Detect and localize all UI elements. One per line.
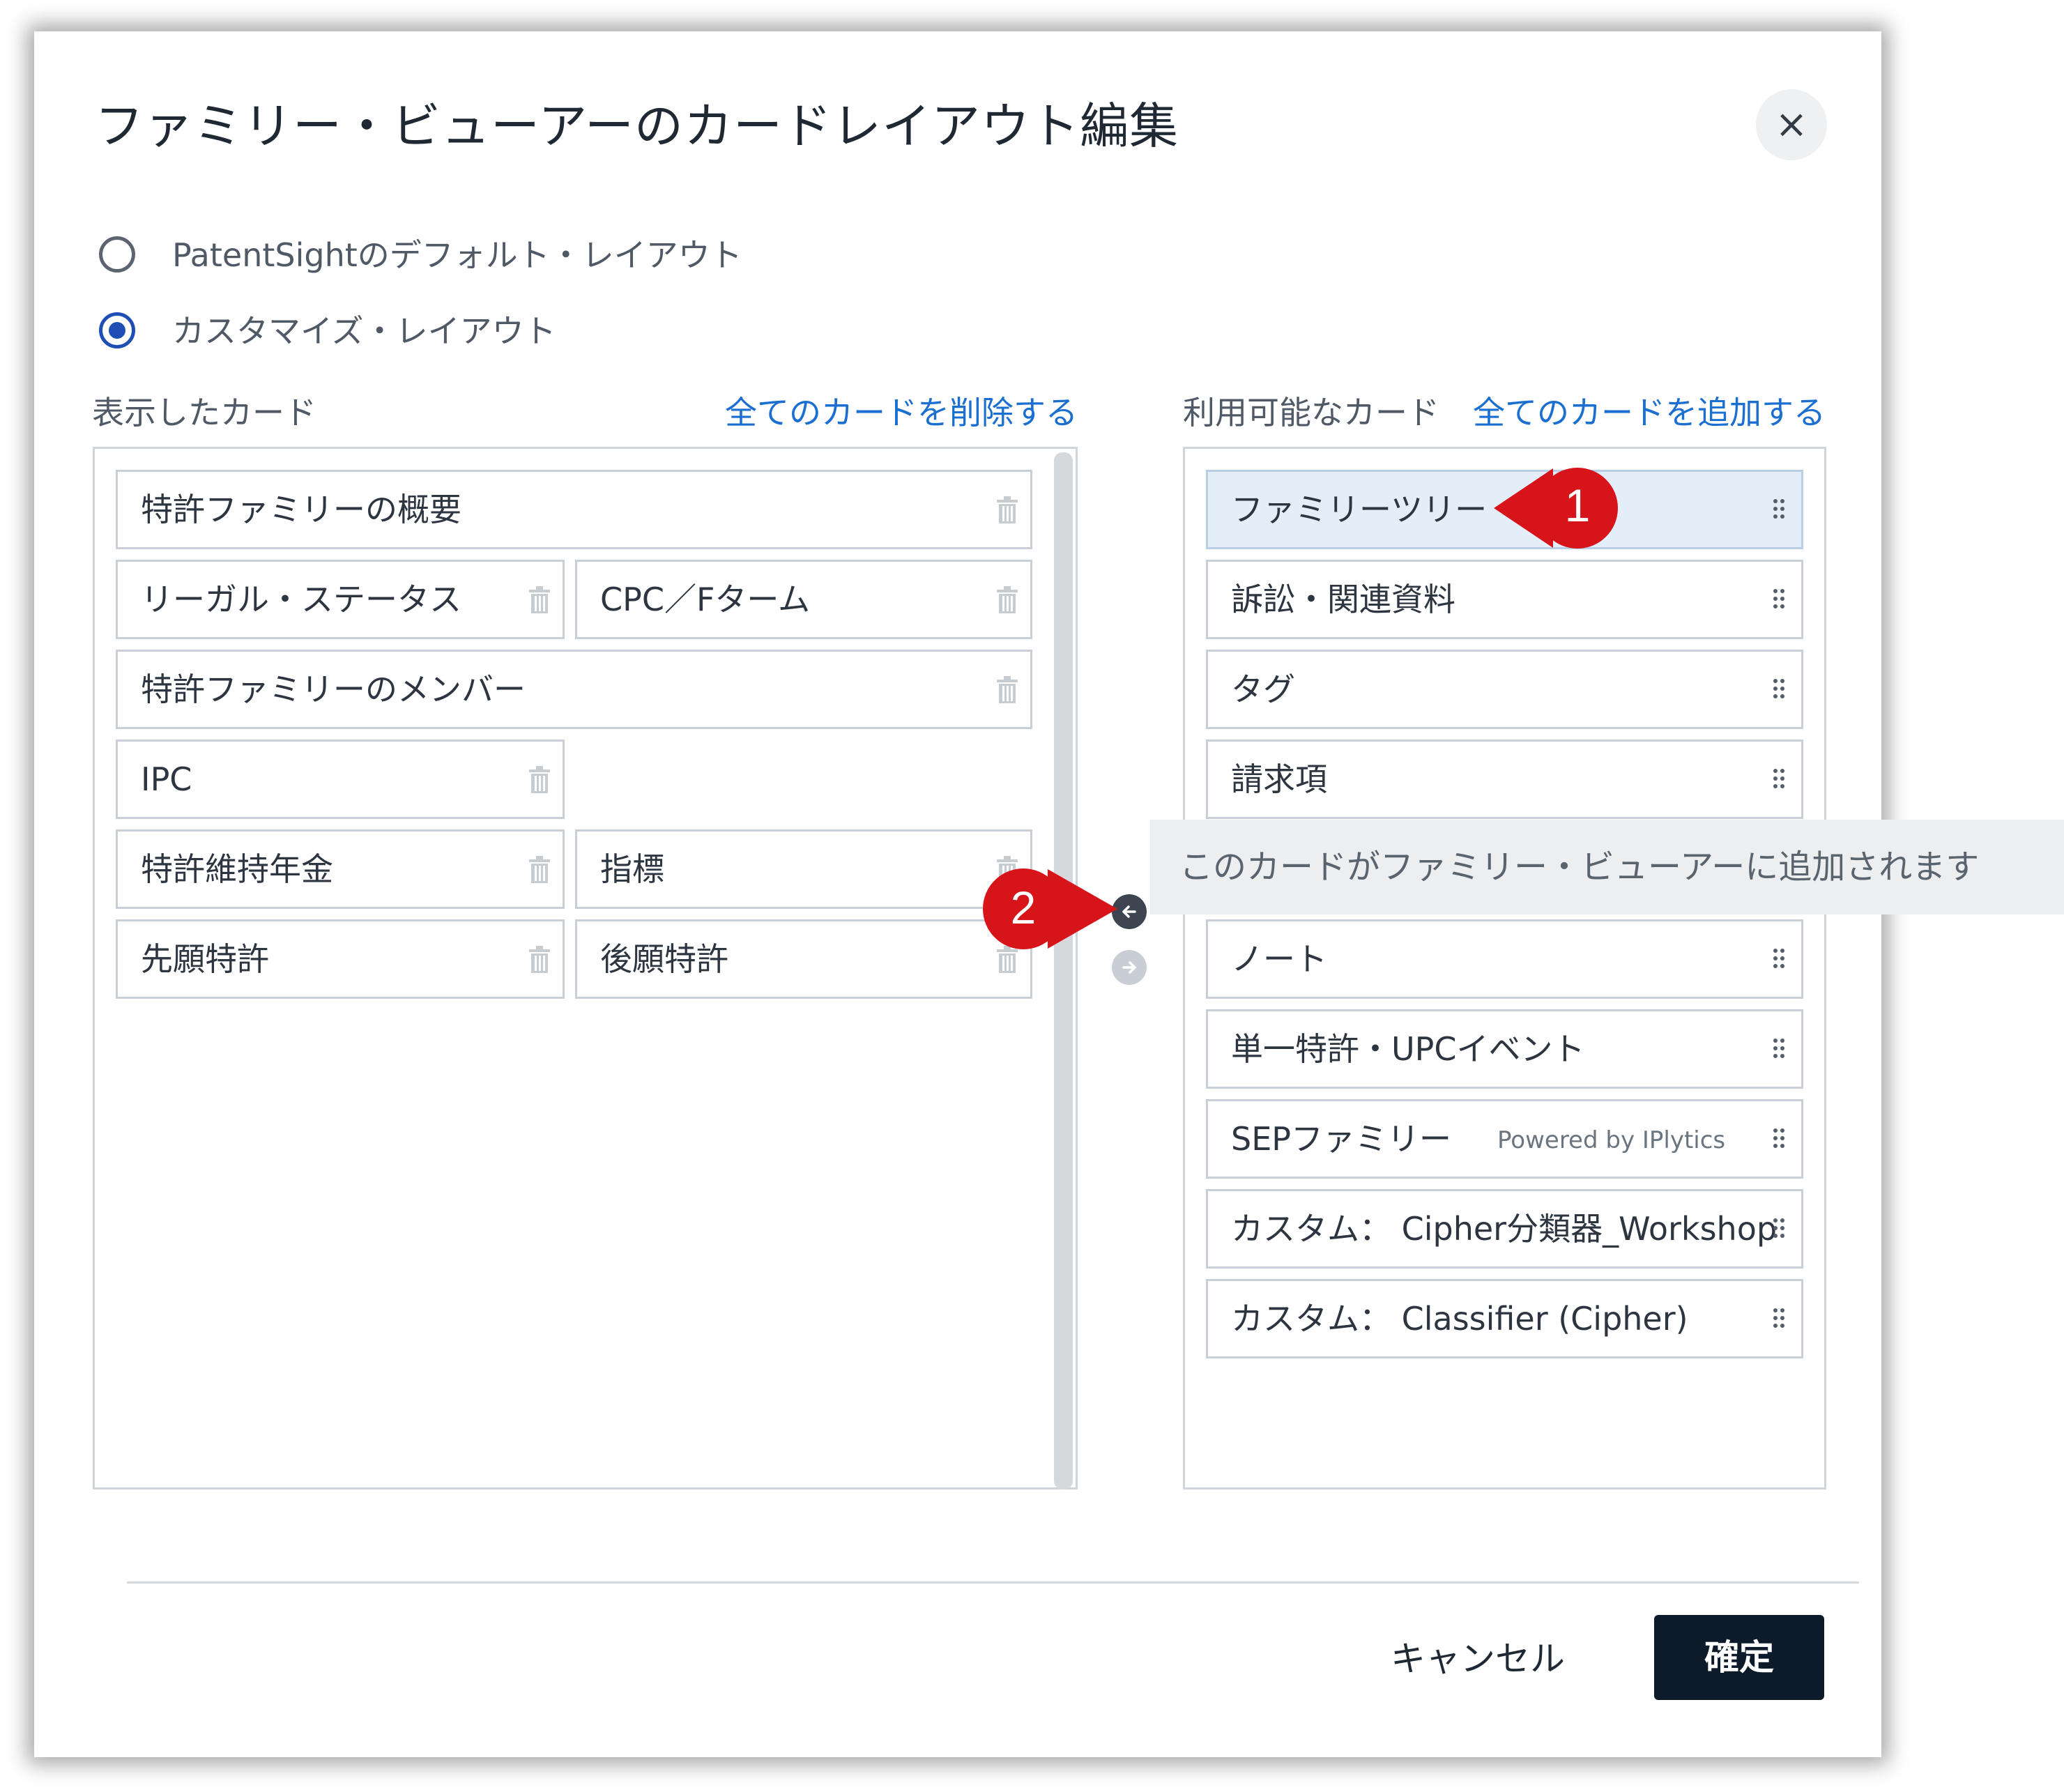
drag-handle-icon[interactable] [1772, 1128, 1786, 1149]
displayed-card-label: 特許維持年金 [141, 850, 333, 888]
available-card[interactable]: SEPファミリー Powered by IPlytics [1206, 1099, 1803, 1179]
available-card[interactable]: 訴訟・関連資料 [1206, 560, 1803, 639]
drag-handle-icon[interactable] [1772, 498, 1786, 519]
available-card-label: SEPファミリー [1231, 1120, 1452, 1158]
drag-handle-icon[interactable] [1772, 1038, 1786, 1059]
displayed-card[interactable]: IPC [116, 740, 565, 819]
displayed-card[interactable]: 後願特許 [575, 919, 1032, 999]
callout-2-number: 2 [1010, 882, 1037, 933]
trash-icon[interactable] [528, 585, 551, 615]
available-card[interactable]: 単一特許・UPCイベント [1206, 1009, 1803, 1089]
dialog-title: ファミリー・ビューアーのカードレイアウト編集 [95, 98, 1179, 155]
close-icon: × [1775, 102, 1808, 147]
displayed-card-label: 特許ファミリーのメンバー [141, 671, 526, 708]
callout-marker-icon [983, 868, 1117, 949]
displayed-cards-scrollbar[interactable] [1054, 452, 1073, 1489]
available-card-label: カスタム： Cipher分類器_Workshop [1231, 1210, 1778, 1248]
cancel-button[interactable]: キャンセル [1366, 1618, 1589, 1700]
callout-1: 1 [1494, 465, 1626, 551]
arrow-right-icon [1122, 961, 1136, 974]
radio-custom-layout-button[interactable] [99, 312, 135, 349]
trash-icon[interactable] [995, 496, 1019, 525]
tooltip-text: このカードがファミリー・ビューアーに追加されます [1179, 848, 1980, 887]
displayed-card[interactable]: 特許維持年金 [116, 829, 565, 909]
radio-custom-layout-label: カスタマイズ・レイアウト [172, 312, 556, 350]
drag-handle-icon[interactable] [1772, 948, 1786, 969]
remove-all-cards-link[interactable]: 全てのカードを削除する [725, 392, 1078, 434]
available-card-label: タグ [1231, 671, 1295, 708]
displayed-card[interactable]: 先願特許 [116, 919, 565, 999]
callout-1-number: 1 [1564, 480, 1591, 531]
displayed-card-label: 指標 [600, 850, 664, 888]
displayed-card-label: 後願特許 [600, 940, 728, 978]
available-cards-header: 利用可能なカード [1183, 394, 1439, 431]
displayed-card-label: CPC／Fターム [600, 581, 811, 618]
displayed-card-label: 特許ファミリーの概要 [141, 491, 461, 528]
available-card[interactable]: 請求項 [1206, 740, 1803, 819]
displayed-card-label: リーガル・ステータス [141, 581, 461, 618]
drag-handle-icon[interactable] [1772, 1218, 1786, 1239]
available-card-label: ファミリーツリー [1231, 491, 1488, 528]
trash-icon[interactable] [528, 945, 551, 974]
displayed-card-label: IPC [141, 760, 192, 798]
trash-icon[interactable] [528, 855, 551, 884]
displayed-card[interactable]: 指標 [575, 829, 1032, 909]
drag-handle-icon[interactable] [1772, 588, 1786, 609]
available-card[interactable]: ノート [1206, 919, 1803, 999]
drag-handle-icon[interactable] [1772, 1308, 1786, 1328]
displayed-card[interactable]: 特許ファミリーのメンバー [116, 650, 1032, 729]
available-card-label: カスタム： Classifier (Cipher) [1231, 1300, 1688, 1338]
powered-by-note: Powered by IPlytics [1497, 1126, 1726, 1154]
displayed-cards-header: 表示したカード [92, 394, 316, 431]
close-button[interactable]: × [1756, 89, 1827, 160]
displayed-card[interactable]: 特許ファミリーの概要 [116, 470, 1032, 549]
available-card-label: 単一特許・UPCイベント [1231, 1030, 1585, 1068]
radio-default-layout-button[interactable] [99, 236, 135, 273]
callout-2: 2 [981, 867, 1117, 951]
confirm-button[interactable]: 確定 [1654, 1615, 1824, 1700]
add-card-tooltip: このカードがファミリー・ビューアーに追加されます [1150, 820, 2064, 914]
available-card[interactable]: タグ [1206, 650, 1803, 729]
available-card-label: 請求項 [1231, 760, 1327, 798]
drag-handle-icon[interactable] [1772, 768, 1786, 789]
displayed-card[interactable]: リーガル・ステータス [116, 560, 565, 639]
displayed-card-label: 先願特許 [141, 940, 269, 978]
available-card-label: 訴訟・関連資料 [1231, 581, 1455, 618]
displayed-card[interactable]: CPC／Fターム [575, 560, 1032, 639]
trash-icon[interactable] [995, 675, 1019, 705]
footer-divider [127, 1582, 1859, 1584]
available-card[interactable]: カスタム： Cipher分類器_Workshop [1206, 1189, 1803, 1269]
available-card[interactable]: カスタム： Classifier (Cipher) [1206, 1279, 1803, 1358]
add-all-cards-link[interactable]: 全てのカードを追加する [1473, 392, 1826, 434]
trash-icon[interactable] [995, 585, 1019, 615]
available-card-label: ノート [1231, 940, 1327, 978]
radio-default-layout-label: PatentSightのデフォルト・レイアウト [172, 236, 742, 274]
remove-card-button[interactable] [1112, 950, 1147, 985]
trash-icon[interactable] [528, 765, 551, 795]
drag-handle-icon[interactable] [1772, 678, 1786, 699]
